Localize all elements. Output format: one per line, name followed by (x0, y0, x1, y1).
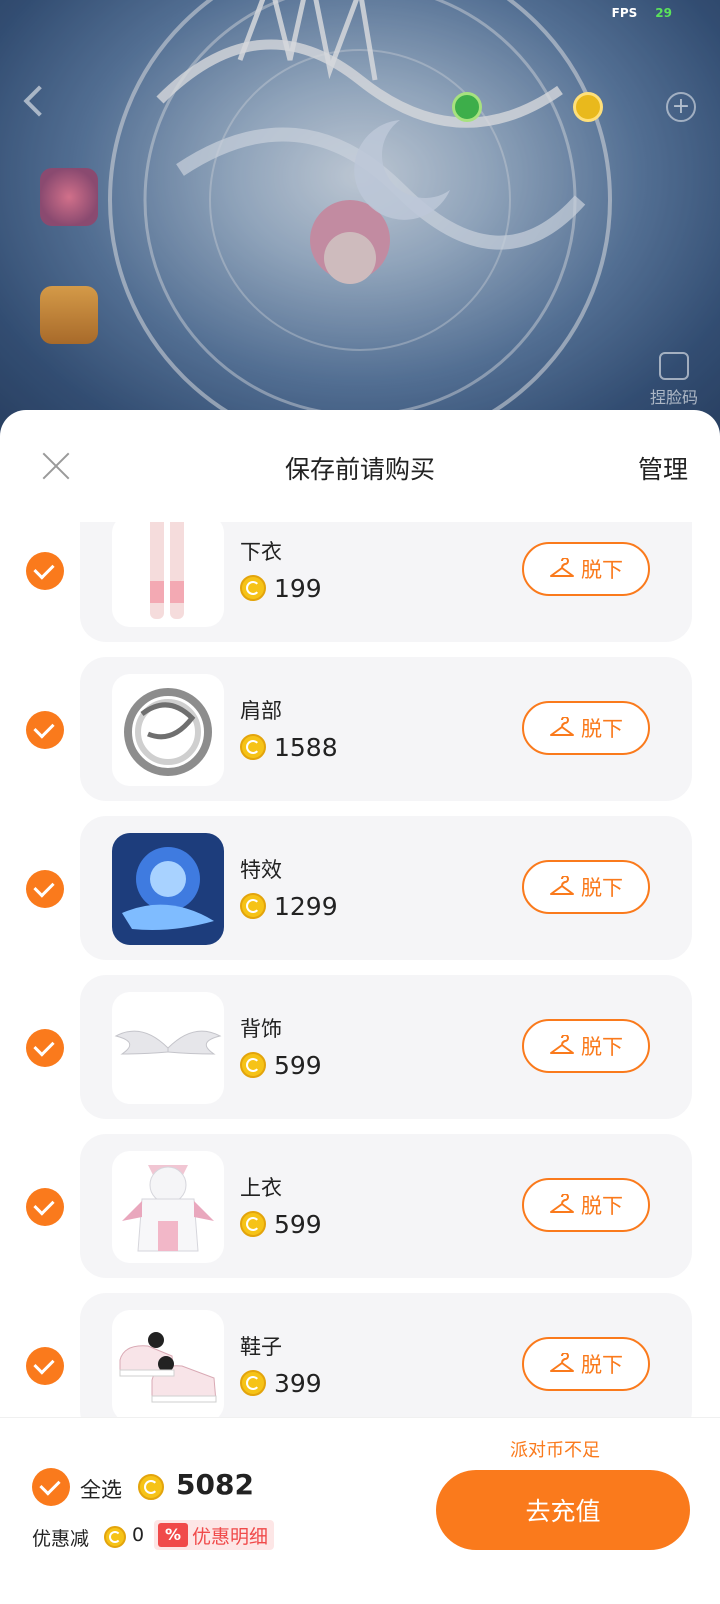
gift-box-icon (40, 286, 98, 344)
face-code-entry: 捏脸码 (650, 352, 698, 408)
list-item: 鞋子 399 脱下 (0, 1293, 720, 1420)
item-price-value: 199 (274, 573, 322, 603)
item-card: 特效 1299 脱下 (80, 816, 692, 960)
item-card: 上衣 599 脱下 (80, 1134, 692, 1278)
item-checkbox[interactable] (26, 1029, 64, 1067)
manage-button[interactable]: 管理 (638, 450, 688, 486)
take-off-label: 脱下 (581, 717, 623, 741)
take-off-label: 脱下 (581, 558, 623, 582)
take-off-button[interactable]: 脱下 (522, 1019, 650, 1073)
take-off-button[interactable]: 脱下 (522, 542, 650, 596)
discount-detail-label: 优惠明细 (192, 1525, 269, 1548)
hanger-icon (550, 558, 574, 577)
dragon-ring-thumbnail (112, 674, 224, 786)
item-checkbox[interactable] (26, 870, 64, 908)
list-item: 特效 1299 脱下 (0, 816, 720, 960)
take-off-button[interactable]: 脱下 (522, 701, 650, 755)
item-price-value: 1299 (274, 891, 338, 921)
item-list[interactable]: 下衣 199 脱下 肩部 1588 脱下 特效 1299 脱下 背饰 599 脱… (0, 522, 720, 1420)
coin-icon (240, 1211, 266, 1237)
take-off-label: 脱下 (581, 1194, 623, 1218)
coin-icon (240, 734, 266, 760)
item-card: 肩部 1588 脱下 (80, 657, 692, 801)
coin-icon (138, 1474, 164, 1500)
fps-value: 29 (655, 6, 672, 20)
insufficient-notice: 派对币不足 (510, 1440, 600, 1461)
hanger-icon (550, 1035, 574, 1054)
item-checkbox[interactable] (26, 1347, 64, 1385)
green-coin-icon (452, 92, 482, 122)
take-off-label: 脱下 (581, 1035, 623, 1059)
item-card: 下衣 199 脱下 (80, 522, 692, 642)
star-badge-icon (40, 168, 98, 226)
take-off-button[interactable]: 脱下 (522, 860, 650, 914)
sheet-header: 保存前请购买 管理 (0, 410, 720, 522)
gold-coin-icon (573, 92, 603, 122)
item-checkbox[interactable] (26, 711, 64, 749)
coin-icon (240, 893, 266, 919)
hoodie-thumbnail (112, 1151, 224, 1263)
total-price: 5082 (176, 1468, 254, 1501)
sneakers-thumbnail (112, 1310, 224, 1420)
item-price: 399 (240, 1367, 322, 1399)
coin-icon (104, 1526, 126, 1548)
item-price-value: 599 (274, 1209, 322, 1239)
game-background: FPS 29 + 捏脸码 (0, 0, 720, 440)
item-price: 599 (240, 1208, 322, 1240)
item-price: 599 (240, 1049, 322, 1081)
percent-icon: % (158, 1523, 188, 1547)
discount-value: 0 (132, 1524, 145, 1546)
item-checkbox[interactable] (26, 1188, 64, 1226)
item-name: 背饰 (240, 1017, 282, 1041)
item-card: 背饰 599 脱下 (80, 975, 692, 1119)
face-code-label: 捏脸码 (649, 388, 698, 407)
hanger-icon (550, 717, 574, 736)
select-all-label[interactable]: 全选 (80, 1474, 122, 1504)
select-all-checkbox[interactable] (32, 1468, 70, 1506)
item-price-value: 599 (274, 1050, 322, 1080)
list-item: 背饰 599 脱下 (0, 975, 720, 1119)
add-currency-icon: + (666, 92, 696, 122)
take-off-label: 脱下 (581, 876, 623, 900)
list-item: 下衣 199 脱下 (0, 522, 720, 642)
item-name: 特效 (240, 858, 282, 882)
background-dim-overlay (0, 0, 720, 440)
wings-thumbnail (112, 992, 224, 1104)
blue-effect-thumbnail (112, 833, 224, 945)
sheet-title: 保存前请购买 (284, 455, 435, 484)
coin-icon (240, 575, 266, 601)
item-name: 下衣 (240, 540, 282, 564)
item-card: 鞋子 399 脱下 (80, 1293, 692, 1420)
list-item: 上衣 599 脱下 (0, 1134, 720, 1278)
item-price-value: 1588 (274, 732, 338, 762)
list-item: 肩部 1588 脱下 (0, 657, 720, 801)
coin-icon (240, 1370, 266, 1396)
hanger-icon (550, 1194, 574, 1213)
fps-counter: FPS 29 (612, 6, 672, 20)
fps-label: FPS (611, 6, 638, 20)
take-off-button[interactable]: 脱下 (522, 1337, 650, 1391)
item-price: 199 (240, 572, 322, 604)
purchase-sheet: 保存前请购买 管理 下衣 199 脱下 肩部 1588 脱下 特效 1299 脱… (0, 410, 720, 1604)
take-off-label: 脱下 (581, 1353, 623, 1377)
item-checkbox[interactable] (26, 552, 64, 590)
item-price: 1588 (240, 731, 338, 763)
face-code-icon (658, 352, 689, 380)
legs-thumbnail (112, 522, 224, 627)
coin-icon (240, 1052, 266, 1078)
item-price: 1299 (240, 890, 338, 922)
hanger-icon (550, 876, 574, 895)
item-name: 肩部 (240, 699, 282, 723)
hanger-icon (550, 1353, 574, 1372)
item-price-value: 399 (274, 1368, 322, 1398)
discount-detail-link[interactable]: % 优惠明细 (154, 1520, 275, 1550)
item-name: 鞋子 (240, 1335, 282, 1359)
discount-label: 优惠减 (32, 1528, 90, 1550)
take-off-button[interactable]: 脱下 (522, 1178, 650, 1232)
item-name: 上衣 (240, 1176, 282, 1200)
checkout-footer: 派对币不足 全选 5082 优惠减 0 % 优惠明细 去充值 (0, 1417, 720, 1604)
recharge-button[interactable]: 去充值 (436, 1470, 690, 1550)
